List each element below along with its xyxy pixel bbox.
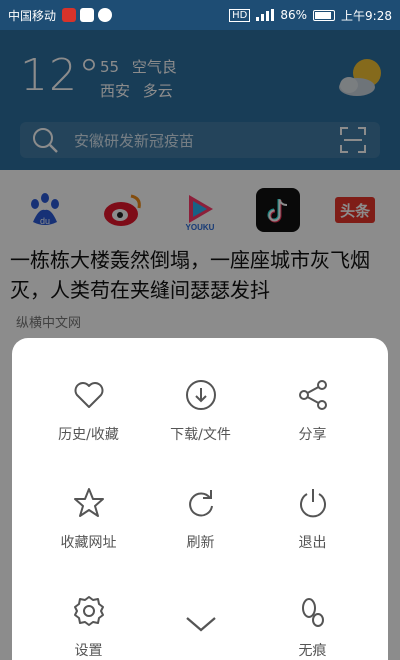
menu-item-bookmark[interactable]: 收藏网址 (26, 486, 151, 552)
menu-item-downloads[interactable]: 下载/文件 (138, 378, 263, 444)
browser-menu-sheet: 历史/收藏 下载/文件 分享 收藏网址 刷新 退出 设置 无痕 (12, 338, 388, 660)
refresh-icon (188, 490, 213, 517)
gear-icon (73, 596, 104, 626)
battery-icon (313, 9, 336, 21)
menu-item-refresh[interactable]: 刷新 (138, 486, 263, 552)
menu-item-label: 收藏网址 (60, 535, 117, 551)
star-icon (73, 488, 104, 517)
app-notification-icon (98, 8, 113, 22)
chevron-down-icon (185, 617, 216, 632)
menu-item-label: 无痕 (298, 643, 327, 659)
power-icon (299, 489, 326, 518)
menu-item-share[interactable]: 分享 (250, 378, 375, 444)
menu-item-label: 分享 (298, 427, 327, 443)
menu-item-label: 设置 (74, 643, 103, 659)
app-notification-icon (62, 8, 77, 22)
battery-percent: 86% (280, 8, 308, 22)
menu-item-label: 刷新 (186, 535, 215, 551)
share-icon (298, 380, 327, 410)
carrier-label: 中国移动 (8, 8, 57, 23)
menu-item-history[interactable]: 历史/收藏 (26, 378, 151, 444)
menu-item-exit[interactable]: 退出 (250, 486, 375, 552)
signal-icon (256, 9, 275, 21)
app-notification-icon (80, 8, 95, 22)
menu-item-label: 历史/收藏 (58, 427, 119, 443)
footprint-icon (301, 598, 324, 627)
menu-item-label: 退出 (298, 535, 327, 551)
download-icon (185, 380, 216, 410)
status-bar: 中国移动 HD 86% 上午9:28 (0, 0, 400, 30)
network-label: HD (229, 8, 251, 22)
menu-item-incognito[interactable]: 无痕 (250, 594, 375, 660)
collapse-menu-button[interactable] (138, 614, 263, 646)
clock: 上午9:28 (341, 8, 392, 23)
menu-item-settings[interactable]: 设置 (26, 594, 151, 660)
menu-item-label: 下载/文件 (170, 427, 231, 443)
heart-icon (74, 382, 103, 408)
notification-icons (62, 8, 113, 22)
